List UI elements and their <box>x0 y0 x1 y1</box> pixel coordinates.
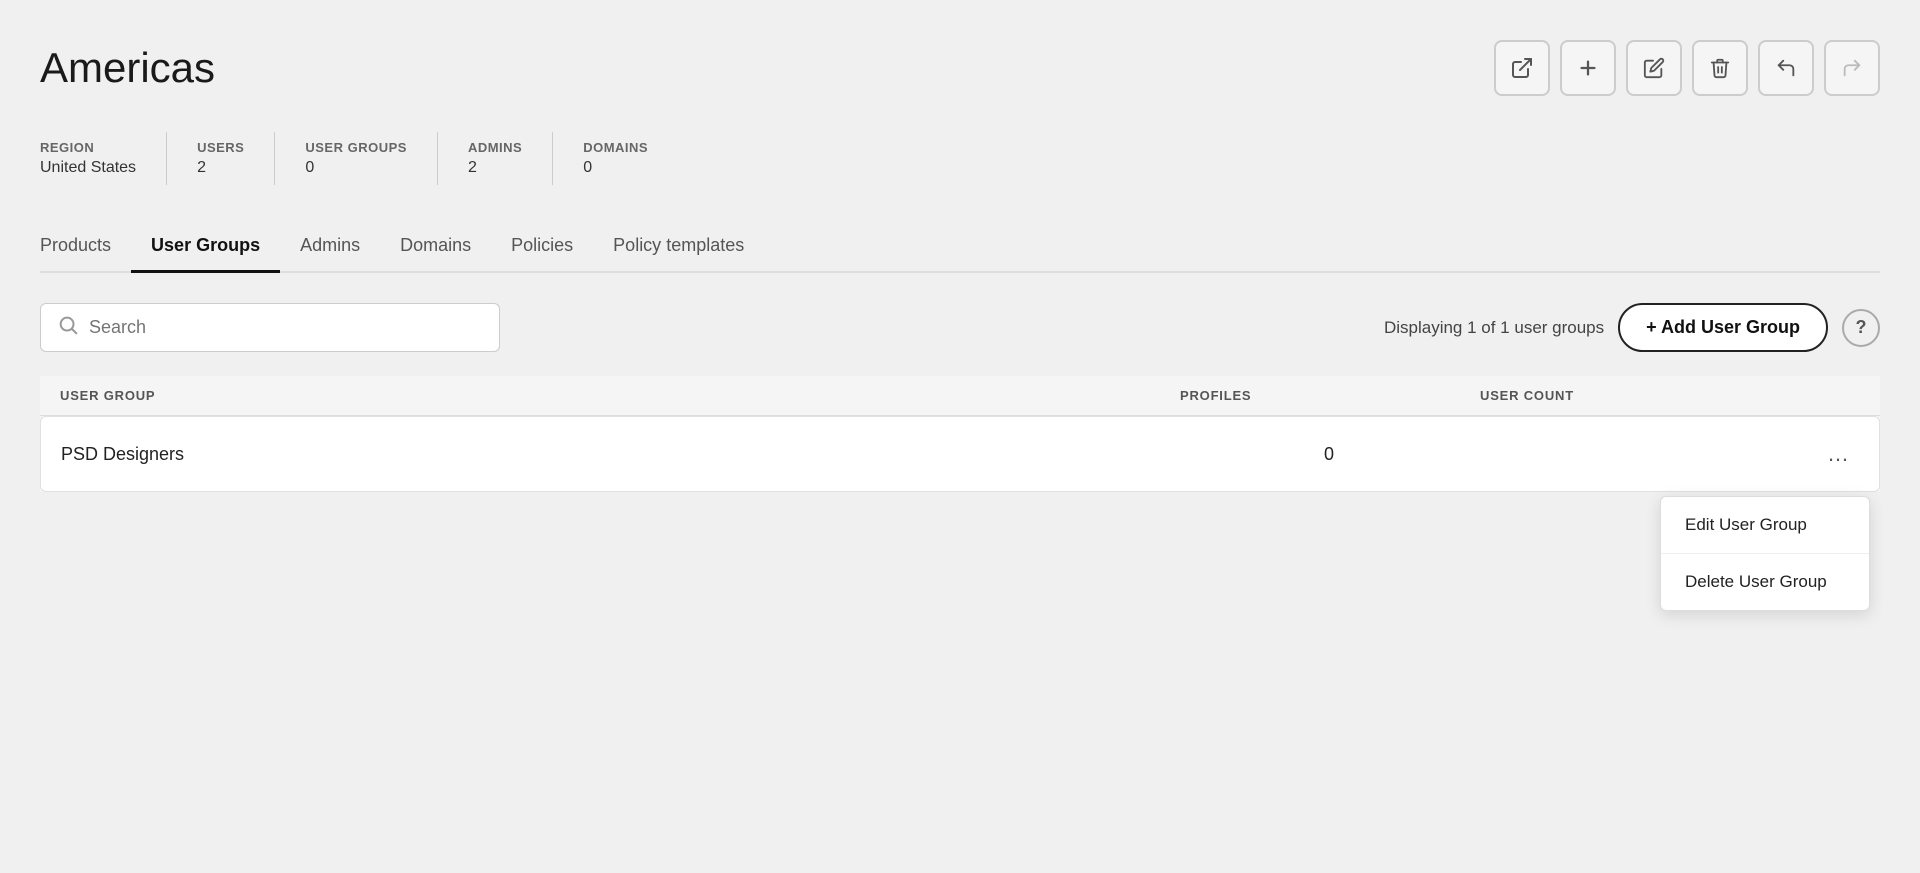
stat-admins-label: ADMINS <box>468 140 522 155</box>
main-container: Americas <box>0 0 1920 873</box>
dropdown-delete-user-group[interactable]: Delete User Group <box>1661 554 1869 610</box>
stat-users-value: 2 <box>197 159 244 177</box>
stat-domains-label: DOMAINS <box>583 140 648 155</box>
stat-region-label: REGION <box>40 140 136 155</box>
col-profiles: PROFILES <box>1180 388 1480 403</box>
col-user-count: USER COUNT <box>1480 388 1780 403</box>
stat-region: REGION United States <box>40 132 167 185</box>
help-button[interactable]: ? <box>1842 309 1880 347</box>
search-icon <box>57 314 79 341</box>
tab-user-groups[interactable]: User Groups <box>131 221 280 273</box>
stat-domains-value: 0 <box>583 159 648 177</box>
right-controls: Displaying 1 of 1 user groups + Add User… <box>1384 303 1880 352</box>
header-row: Americas <box>40 40 1880 96</box>
undo-button[interactable] <box>1758 40 1814 96</box>
dropdown-edit-user-group[interactable]: Edit User Group <box>1661 497 1869 554</box>
col-actions <box>1780 388 1860 403</box>
toolbar <box>1494 40 1880 96</box>
table-row-wrapper: PSD Designers 0 … Edit User Group Delete… <box>40 416 1880 492</box>
add-button[interactable] <box>1560 40 1616 96</box>
tabs-row: Products User Groups Admins Domains Poli… <box>40 221 1880 273</box>
stat-admins-value: 2 <box>468 159 522 177</box>
tab-admins[interactable]: Admins <box>280 221 380 273</box>
search-input[interactable] <box>89 317 483 338</box>
stat-domains: DOMAINS 0 <box>583 132 678 185</box>
page-title: Americas <box>40 44 215 92</box>
stat-users-label: USERS <box>197 140 244 155</box>
table-header: USER GROUP PROFILES USER COUNT <box>40 376 1880 416</box>
tab-domains[interactable]: Domains <box>380 221 491 273</box>
stat-users: USERS 2 <box>197 132 275 185</box>
stats-row: REGION United States USERS 2 USER GROUPS… <box>40 132 1880 185</box>
stat-user-groups-value: 0 <box>305 159 407 177</box>
displaying-text: Displaying 1 of 1 user groups <box>1384 318 1604 338</box>
redo-button[interactable] <box>1824 40 1880 96</box>
stat-user-groups: USER GROUPS 0 <box>305 132 438 185</box>
table-row: PSD Designers 0 … <box>40 416 1880 492</box>
controls-row: Displaying 1 of 1 user groups + Add User… <box>40 303 1880 352</box>
more-options-button[interactable]: … <box>1819 437 1859 471</box>
col-user-group: USER GROUP <box>60 388 1180 403</box>
cell-profiles: 0 <box>1179 444 1479 465</box>
tab-policy-templates[interactable]: Policy templates <box>593 221 764 273</box>
dropdown-menu: Edit User Group Delete User Group <box>1660 496 1870 611</box>
add-user-group-button[interactable]: + Add User Group <box>1618 303 1828 352</box>
external-link-button[interactable] <box>1494 40 1550 96</box>
cell-user-group-name: PSD Designers <box>61 444 1179 465</box>
stat-user-groups-label: USER GROUPS <box>305 140 407 155</box>
edit-button[interactable] <box>1626 40 1682 96</box>
stat-admins: ADMINS 2 <box>468 132 553 185</box>
stat-region-value: United States <box>40 159 136 177</box>
search-box <box>40 303 500 352</box>
tab-products[interactable]: Products <box>40 221 131 273</box>
delete-button[interactable] <box>1692 40 1748 96</box>
table-container: USER GROUP PROFILES USER COUNT PSD Desig… <box>40 376 1880 492</box>
tab-policies[interactable]: Policies <box>491 221 593 273</box>
